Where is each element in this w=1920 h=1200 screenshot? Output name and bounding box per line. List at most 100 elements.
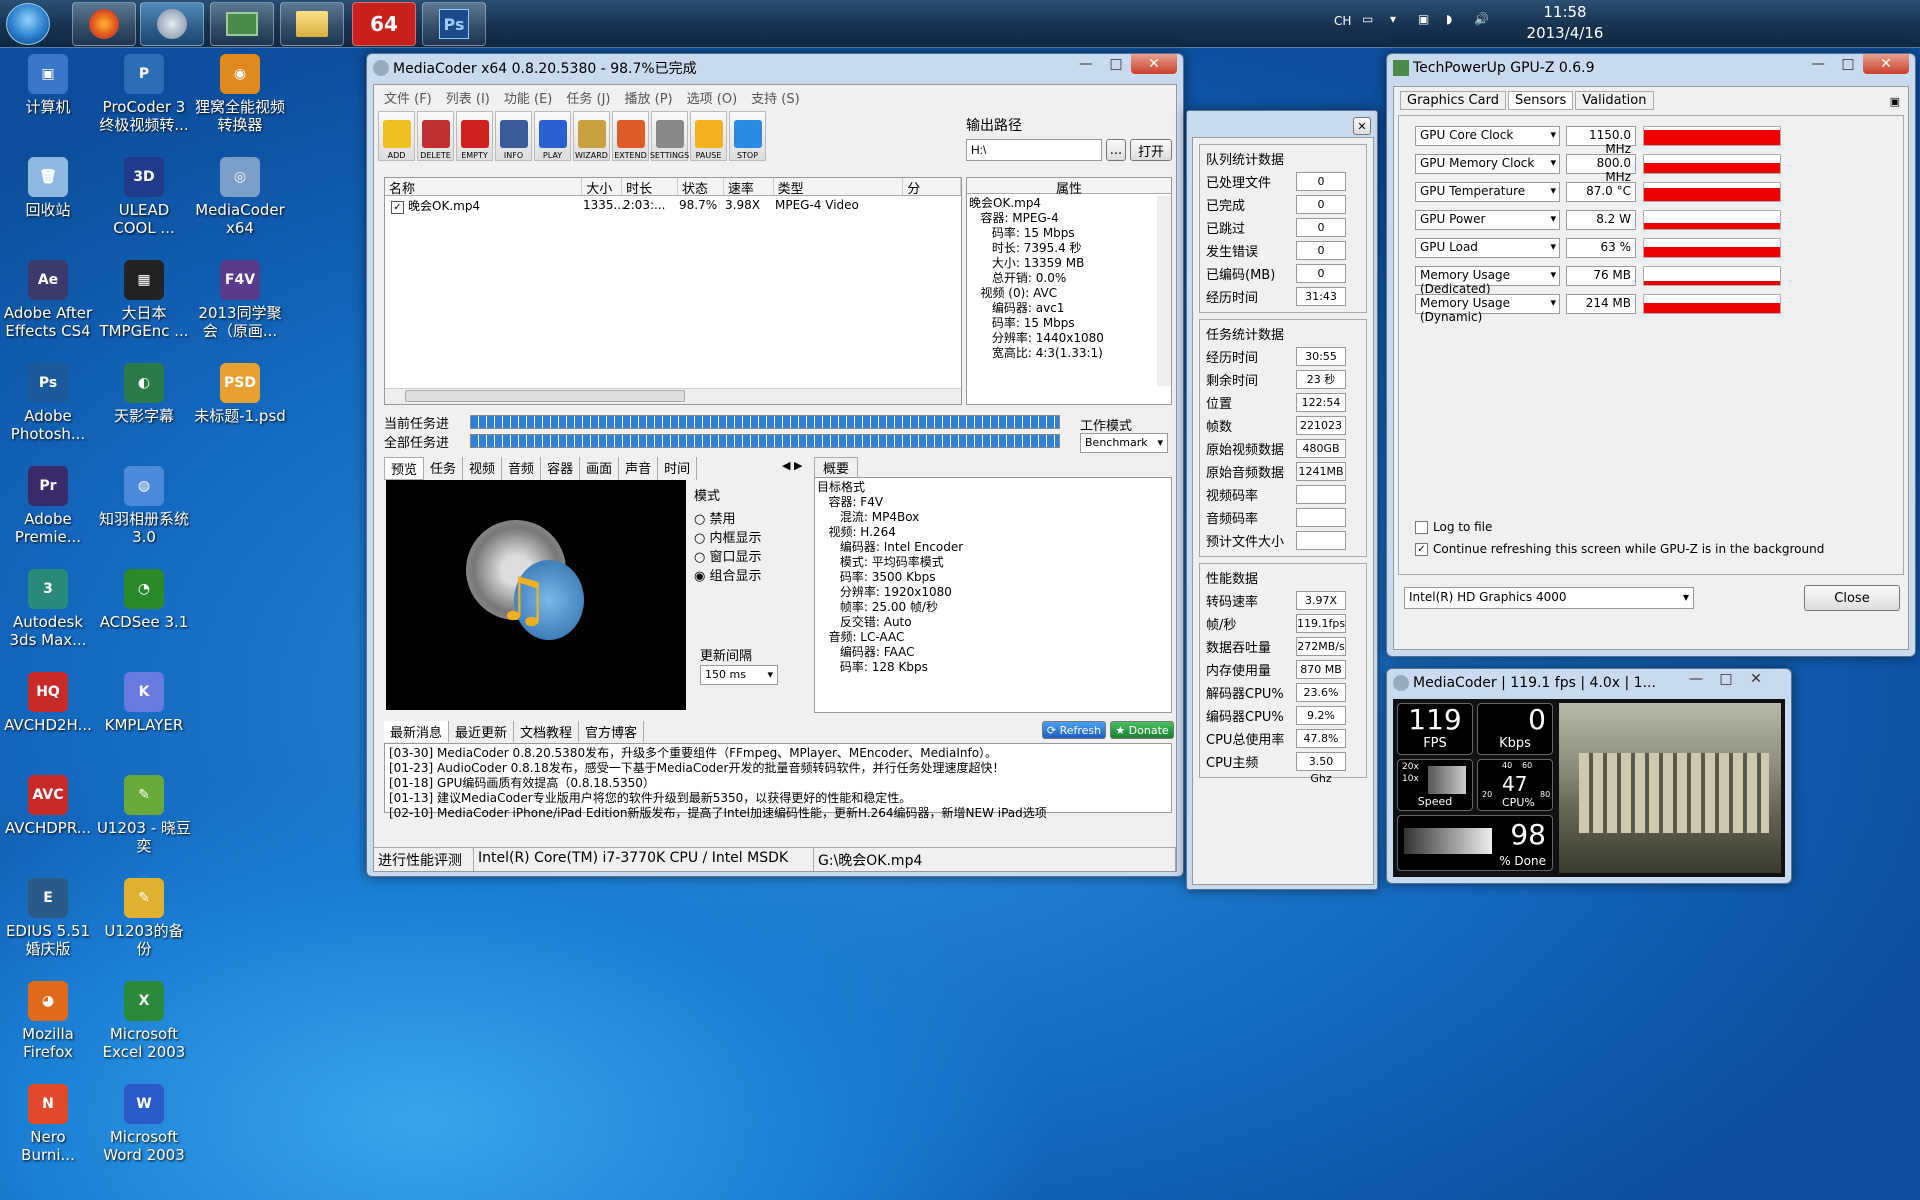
network-icon[interactable]: ▣ <box>1418 12 1429 26</box>
tree-item[interactable]: 反交错: Auto <box>817 615 1169 630</box>
desktop-icon[interactable]: ◍ 知羽相册系统 3.0 <box>96 466 192 546</box>
toolbar-button-play[interactable]: PLAY <box>534 111 571 161</box>
tab-1[interactable]: 任务 <box>424 457 464 480</box>
desktop-icon[interactable]: N Nero Burni... <box>0 1084 96 1164</box>
language-indicator[interactable]: CH <box>1334 14 1364 28</box>
desktop-icon[interactable]: X Microsoft Excel 2003 <box>96 981 192 1061</box>
tab-5[interactable]: 画面 <box>580 457 620 480</box>
desktop-icon[interactable]: ◐ 天影字幕 <box>96 363 192 425</box>
checkbox-icon[interactable] <box>1415 520 1428 534</box>
taskbar-photoshop-button[interactable]: Ps <box>422 2 486 46</box>
desktop-icon[interactable]: ◕ Mozilla Firefox <box>0 981 96 1061</box>
device-select[interactable]: Intel(R) HD Graphics 4000 ▾ <box>1404 587 1694 609</box>
mode-radio[interactable]: ○ 窗口显示 <box>694 546 790 565</box>
news-list[interactable]: [03-30] MediaCoder 0.8.20.5380发布，升级多个重要组… <box>384 743 1172 820</box>
tab-6[interactable]: 声音 <box>619 457 659 480</box>
desktop-icon[interactable]: ▣ 计算机 <box>0 54 96 116</box>
desktop-icon[interactable]: AVC AVCHDPR... <box>0 775 96 837</box>
news-item[interactable]: [01-18] GPU编码画质有效提高（0.8.18.5350） <box>389 776 1153 791</box>
tree-item[interactable]: 码率: 15 Mbps <box>969 316 1169 331</box>
sensor-name-select[interactable]: GPU Core Clock <box>1415 126 1560 146</box>
column-header[interactable]: 大小 <box>582 178 623 197</box>
continue-refresh-option[interactable]: ✓ Continue refreshing this screen while G… <box>1415 542 1824 556</box>
maximize-button[interactable]: □ <box>1711 669 1741 689</box>
tab-scroll-arrows[interactable]: ◀ ▶ <box>782 459 802 472</box>
checkbox-icon[interactable]: ✓ <box>1415 542 1428 556</box>
desktop-icon[interactable]: P ProCoder 3 终极视频转... <box>96 54 192 134</box>
sensor-name-select[interactable]: Memory Usage (Dedicated) <box>1415 266 1560 296</box>
desktop-icon[interactable]: ◎ MediaCoder x64 <box>192 157 288 237</box>
open-button[interactable]: 打开 <box>1130 139 1172 161</box>
tree-item[interactable]: 模式: 平均码率模式 <box>817 555 1169 570</box>
tree-item[interactable]: 分辨率: 1920x1080 <box>817 585 1169 600</box>
work-mode-select[interactable]: Benchmark ▾ <box>1080 433 1168 453</box>
browse-button[interactable]: ... <box>1106 139 1126 161</box>
news-item[interactable]: [01-13] 建议MediaCoder专业版用户将您的软件升级到最新5350，… <box>389 791 1153 806</box>
desktop-icon[interactable]: Ps Adobe Photosh... <box>0 363 96 443</box>
desktop-icon[interactable]: PSD 未标题-1.psd <box>192 363 288 425</box>
desktop-icon[interactable]: F4V 2013同学聚 会（原画... <box>192 260 288 340</box>
desktop-icon[interactable]: ✎ U1203 - 晓豆 奕 <box>96 775 192 855</box>
tree-item[interactable]: 大小: 13359 MB <box>969 256 1169 271</box>
tree-item[interactable]: 码率: 128 Kbps <box>817 660 1169 675</box>
tree-item[interactable]: 视频: H.264 <box>817 525 1169 540</box>
news-item[interactable]: [02-10] MediaCoder iPhone/iPad Edition新版… <box>389 806 1153 821</box>
desktop-icon[interactable]: ✎ U1203的备 份 <box>96 878 192 958</box>
checkbox-icon[interactable]: ✓ <box>391 200 404 214</box>
tree-item[interactable]: 码率: 3500 Kbps <box>817 570 1169 585</box>
tree-item[interactable]: 音频: LC-AAC <box>817 630 1169 645</box>
tree-item[interactable]: 码率: 15 Mbps <box>969 226 1169 241</box>
toolbar-button-stop[interactable]: STOP <box>729 111 766 161</box>
menu-item[interactable]: 播放 (P) <box>625 88 673 107</box>
desktop-icon[interactable]: K KMPLAYER <box>96 672 192 734</box>
tab-3[interactable]: 音频 <box>502 457 542 480</box>
sensor-name-select[interactable]: Memory Usage (Dynamic) <box>1415 294 1560 324</box>
column-header[interactable]: 状态 <box>678 178 724 197</box>
tree-item[interactable]: 编码器: FAAC <box>817 645 1169 660</box>
menu-item[interactable]: 选项 (O) <box>687 88 738 107</box>
tree-item[interactable]: 编码器: avc1 <box>969 301 1169 316</box>
tree-item[interactable]: 晚会OK.mp4 <box>969 196 1169 211</box>
column-header[interactable]: 速率 <box>724 178 774 197</box>
news-item[interactable]: [01-23] AudioCoder 0.8.18发布，感受一下基于MediaC… <box>389 761 1153 776</box>
news-tab[interactable]: 官方博客 <box>579 721 645 742</box>
tree-item[interactable]: 容器: F4V <box>817 495 1169 510</box>
tree-item[interactable]: 目标格式 <box>817 480 1169 495</box>
mode-radio[interactable]: ◉ 组合显示 <box>694 565 790 584</box>
taskbar-firefox-button[interactable] <box>72 2 136 46</box>
toolbar-button-wizard[interactable]: WIZARD <box>573 111 610 161</box>
menu-item[interactable]: 列表 (I) <box>446 88 490 107</box>
taskbar-explorer-button[interactable] <box>280 2 344 46</box>
desktop-icon[interactable]: ▦ 大日本 TMPGEnc ... <box>96 260 192 340</box>
desktop-icon[interactable]: W Microsoft Word 2003 <box>96 1084 192 1164</box>
maximize-button[interactable]: □ <box>1833 54 1863 74</box>
mediacoder-titlebar[interactable]: MediaCoder x64 0.8.20.5380 - 98.7%已完成 — □… <box>367 54 1183 82</box>
tab-summary[interactable]: 概要 <box>814 457 859 478</box>
news-item[interactable]: [03-30] MediaCoder 0.8.20.5380发布，升级多个重要组… <box>389 746 1153 761</box>
news-tab[interactable]: 最新消息 <box>384 721 450 742</box>
menu-item[interactable]: 支持 (S) <box>751 88 800 107</box>
gpuz-tab[interactable]: Graphics Card <box>1400 91 1506 110</box>
vertical-scrollbar[interactable] <box>1157 196 1171 386</box>
gpuz-tab[interactable]: Validation <box>1575 91 1654 110</box>
gpuz-close-button[interactable]: Close <box>1804 585 1900 611</box>
menu-item[interactable]: 文件 (F) <box>384 88 432 107</box>
column-header[interactable]: 时长 <box>622 178 678 197</box>
desktop-icon[interactable]: 🗑 回收站 <box>0 157 96 219</box>
refresh-button[interactable]: ⟳ Refresh <box>1042 721 1106 739</box>
toolbar-button-add[interactable]: ADD <box>378 111 415 161</box>
sensor-name-select[interactable]: GPU Power <box>1415 210 1560 230</box>
tree-item[interactable]: 宽高比: 4:3(1.33:1) <box>969 346 1169 361</box>
tree-item[interactable]: 视频 (0): AVC <box>969 286 1169 301</box>
tray-app-icon[interactable]: ◗ <box>1446 12 1452 26</box>
toolbar-button-delete[interactable]: DELETE <box>417 111 454 161</box>
tab-4[interactable]: 容器 <box>541 457 581 480</box>
desktop-icon[interactable]: HQ AVCHD2H... <box>0 672 96 734</box>
tree-item[interactable]: 分辨率: 1440x1080 <box>969 331 1169 346</box>
minimize-button[interactable]: — <box>1681 669 1711 689</box>
mode-radio[interactable]: ○ 内框显示 <box>694 527 790 546</box>
tree-item[interactable]: 帧率: 25.00 帧/秒 <box>817 600 1169 615</box>
tab-0[interactable]: 预览 <box>384 457 425 480</box>
close-icon[interactable]: ✕ <box>1353 117 1371 135</box>
tree-item[interactable]: 混流: MP4Box <box>817 510 1169 525</box>
